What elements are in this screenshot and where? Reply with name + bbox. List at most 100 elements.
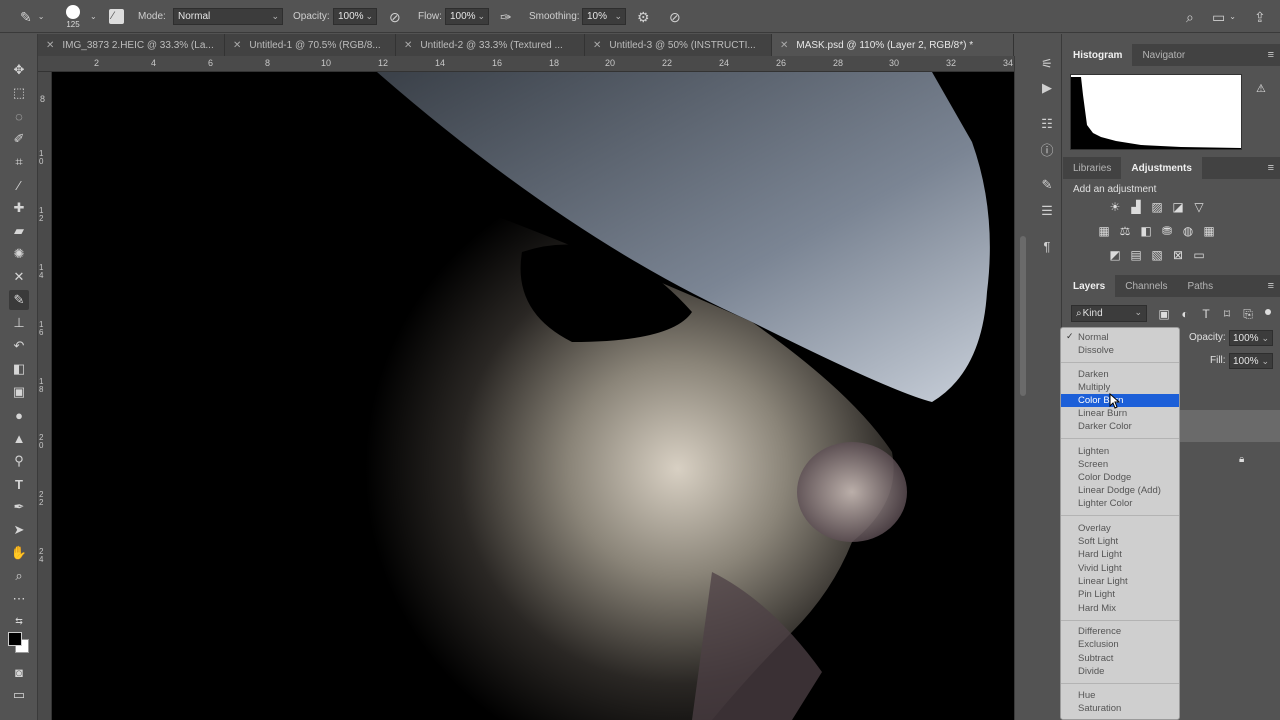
info-icon[interactable]: ⓘ [1039, 141, 1055, 158]
path-selection-tool[interactable]: ➤ [9, 520, 29, 540]
opacity-field[interactable]: 100% ⌄ [333, 8, 377, 25]
blend-option-overlay[interactable]: Overlay [1061, 522, 1179, 535]
quick-selection-tool[interactable]: ✐ [9, 129, 29, 149]
blend-option-divide[interactable]: Divide [1061, 665, 1179, 678]
dodge-tool[interactable]: ⚲ [9, 451, 29, 471]
patch-tool[interactable]: ▰ [9, 221, 29, 241]
close-icon[interactable]: ✕ [404, 40, 412, 51]
tab-layers[interactable]: Layers [1063, 275, 1116, 297]
character-icon[interactable]: ¶ [1039, 238, 1055, 254]
warning-icon[interactable]: ⚠ [1256, 82, 1266, 95]
layer-opacity-field[interactable]: 100% ⌄ [1229, 330, 1273, 346]
spot-healing-tool[interactable]: ✚ [9, 198, 29, 218]
vertical-scrollbar[interactable] [1014, 56, 1032, 720]
filter-toggle-icon[interactable] [1265, 309, 1271, 315]
vibrance-icon[interactable]: ▽ [1192, 200, 1206, 214]
smoothing-options-button[interactable]: ⚙ [637, 0, 650, 33]
channel-mixer-icon[interactable]: ◍ [1181, 224, 1195, 238]
content-aware-tool[interactable]: ✺ [9, 244, 29, 264]
panel-menu-icon[interactable]: ≡ [1268, 49, 1274, 61]
properties-icon[interactable]: ☷ [1039, 116, 1055, 132]
tab-histogram[interactable]: Histogram [1063, 44, 1133, 66]
brush-tool[interactable]: ✎ [9, 290, 29, 310]
blend-option-hard-light[interactable]: Hard Light [1061, 548, 1179, 561]
brush-tool-preset-button[interactable]: ✎ ⌄ [20, 0, 44, 33]
share-button[interactable]: ⇪ [1254, 0, 1266, 33]
chevron-down-icon[interactable]: ⌄ [90, 0, 97, 33]
brightness-icon[interactable]: ☀ [1108, 200, 1122, 214]
blend-option-normal[interactable]: Normal [1061, 331, 1179, 344]
blend-option-vivid-light[interactable]: Vivid Light [1061, 562, 1179, 575]
hand-tool[interactable]: ✋ [9, 543, 29, 563]
marquee-tool[interactable]: ⬚ [9, 83, 29, 103]
workspace-button[interactable]: ▭ ⌄ [1212, 0, 1236, 33]
filter-smart-object-icon[interactable]: ⎘ [1241, 307, 1255, 321]
invert-icon[interactable]: ◩ [1108, 248, 1122, 262]
tab-img-3873[interactable]: ✕ IMG_3873 2.HEIC @ 33.3% (La... [38, 34, 225, 56]
blend-option-screen[interactable]: Screen [1061, 458, 1179, 471]
blur-tool[interactable]: ● [9, 405, 29, 425]
blend-option-difference[interactable]: Difference [1061, 625, 1179, 638]
brushes-icon[interactable]: ✎ [1039, 177, 1055, 193]
brush-settings-panel-button[interactable]: ⁄ [109, 0, 124, 33]
blend-option-lighten[interactable]: Lighten [1061, 445, 1179, 458]
tab-mask-psd[interactable]: ✕ MASK.psd @ 110% (Layer 2, RGB/8*) * [772, 34, 1014, 56]
document-canvas[interactable] [52, 72, 1014, 720]
search-button[interactable]: ⌕ [1186, 0, 1194, 33]
mode-select[interactable]: Normal ⌄ [173, 8, 283, 25]
filter-adjustment-icon[interactable]: ◐ [1178, 307, 1192, 321]
filter-pixel-icon[interactable]: ▣ [1157, 307, 1171, 321]
layer-filter-kind-select[interactable]: ⌕ Kind ⌄ [1071, 305, 1147, 322]
blend-option-color-dodge[interactable]: Color Dodge [1061, 471, 1179, 484]
eyedropper-tool[interactable]: ⁄ [9, 175, 29, 195]
threshold-icon[interactable]: ▧ [1150, 248, 1164, 262]
sharpen-tool[interactable]: ▲ [9, 428, 29, 448]
posterize-icon[interactable]: ▤ [1129, 248, 1143, 262]
blend-option-soft-light[interactable]: Soft Light [1061, 535, 1179, 548]
blend-option-exclusion[interactable]: Exclusion [1061, 638, 1179, 651]
blend-option-subtract[interactable]: Subtract [1061, 652, 1179, 665]
adjust-sliders-icon[interactable]: ☰ [1039, 203, 1055, 219]
close-icon[interactable]: ✕ [46, 40, 54, 51]
scrollbar-thumb[interactable] [1020, 236, 1026, 396]
blend-option-pin-light[interactable]: Pin Light [1061, 588, 1179, 601]
clone-stamp-tool[interactable]: ⊥ [9, 313, 29, 333]
hue-saturation-icon[interactable]: ▦ [1097, 224, 1111, 238]
black-white-icon[interactable]: ◧ [1139, 224, 1153, 238]
tab-untitled-1[interactable]: ✕ Untitled-1 @ 70.5% (RGB/8... [225, 34, 396, 56]
flow-field[interactable]: 100% ⌄ [445, 8, 489, 25]
pressure-opacity-button[interactable]: ⊘ [389, 0, 401, 33]
blend-option-lighter-color[interactable]: Lighter Color [1061, 497, 1179, 510]
zoom-tool[interactable]: ⌕ [9, 566, 29, 586]
content-aware-move-tool[interactable]: ✕ [9, 267, 29, 287]
vertical-ruler[interactable]: 8 1 0 1 2 1 4 1 6 1 8 2 0 2 2 2 4 [38, 72, 52, 720]
color-lookup-icon[interactable]: ▦ [1202, 224, 1216, 238]
smoothing-field[interactable]: 10% ⌄ [582, 8, 626, 25]
blend-option-dissolve[interactable]: Dissolve [1061, 344, 1179, 357]
photo-filter-icon[interactable]: ⛃ [1160, 224, 1174, 238]
curves-icon[interactable]: ▨ [1150, 200, 1164, 214]
blend-option-darken[interactable]: Darken [1061, 368, 1179, 381]
foreground-color-swatch[interactable] [8, 632, 22, 646]
tab-paths[interactable]: Paths [1178, 275, 1224, 297]
panel-menu-icon[interactable]: ≡ [1268, 280, 1274, 292]
brush-settings-icon[interactable]: ⚟ [1039, 56, 1055, 72]
panel-menu-icon[interactable]: ≡ [1268, 162, 1274, 174]
exposure-icon[interactable]: ◪ [1171, 200, 1185, 214]
move-tool[interactable]: ✥ [9, 60, 29, 80]
tab-adjustments[interactable]: Adjustments [1121, 157, 1202, 179]
horizontal-ruler[interactable]: 2 4 6 8 10 12 14 16 18 20 22 24 26 28 30… [38, 56, 1014, 72]
blend-option-hard-mix[interactable]: Hard Mix [1061, 602, 1179, 615]
swap-colors-button[interactable]: ⇆ [9, 611, 29, 631]
blend-option-hue[interactable]: Hue [1061, 689, 1179, 702]
selective-color-icon[interactable]: ⊠ [1171, 248, 1185, 262]
gradient-tool[interactable]: ▣ [9, 382, 29, 402]
blend-option-linear-dodge[interactable]: Linear Dodge (Add) [1061, 484, 1179, 497]
blend-option-linear-light[interactable]: Linear Light [1061, 575, 1179, 588]
lasso-tool[interactable]: ◌ [9, 106, 29, 126]
gradient-map-icon[interactable]: ▭ [1192, 248, 1206, 262]
tab-channels[interactable]: Channels [1115, 275, 1177, 297]
edit-toolbar-button[interactable]: ⋯ [9, 589, 29, 609]
color-balance-icon[interactable]: ⚖ [1118, 224, 1132, 238]
pressure-size-button[interactable]: ⊘ [669, 0, 681, 33]
